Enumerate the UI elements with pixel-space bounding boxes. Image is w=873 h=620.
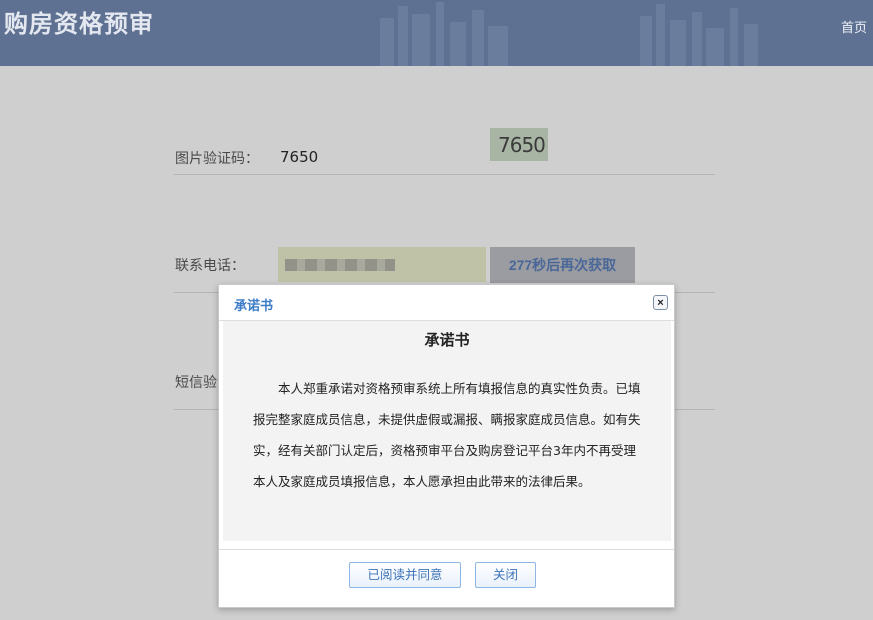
- captcha-row: 图片验证码： 7650 7650: [174, 110, 715, 175]
- commitment-dialog: 承诺书 × 承诺书 本人郑重承诺对资格预审系统上所有填报信息的真实性负责。已填报…: [218, 284, 675, 608]
- dialog-body: 承诺书 本人郑重承诺对资格预审系统上所有填报信息的真实性负责。已填报完整家庭成员…: [223, 321, 671, 541]
- phone-input[interactable]: [278, 247, 486, 282]
- captcha-image-text: 7650: [498, 133, 546, 157]
- dialog-divider: [219, 549, 674, 550]
- phone-redacted: [285, 259, 395, 271]
- document-title: 承诺书: [424, 331, 470, 349]
- agree-button[interactable]: 已阅读并同意: [349, 562, 461, 588]
- page-title: 购房资格预审: [4, 10, 154, 38]
- dialog-title: 承诺书: [234, 299, 274, 314]
- close-icon[interactable]: ×: [653, 295, 668, 310]
- captcha-input[interactable]: 7650: [280, 148, 318, 166]
- captcha-image[interactable]: 7650: [490, 128, 548, 161]
- document-text: 本人郑重承诺对资格预审系统上所有填报信息的真实性负责。已填报完整家庭成员信息，未…: [253, 381, 641, 489]
- home-link[interactable]: 首页: [841, 17, 867, 36]
- sms-label: 短信验证码：: [175, 375, 221, 391]
- resend-code-button[interactable]: 277秒后再次获取: [490, 247, 635, 283]
- captcha-label: 图片验证码：: [175, 151, 259, 167]
- close-button[interactable]: 关闭: [475, 562, 536, 588]
- dialog-header: 承诺书 ×: [219, 285, 674, 321]
- phone-label: 联系电话：: [175, 258, 245, 274]
- page-header: 购房资格预审 首页: [0, 0, 873, 66]
